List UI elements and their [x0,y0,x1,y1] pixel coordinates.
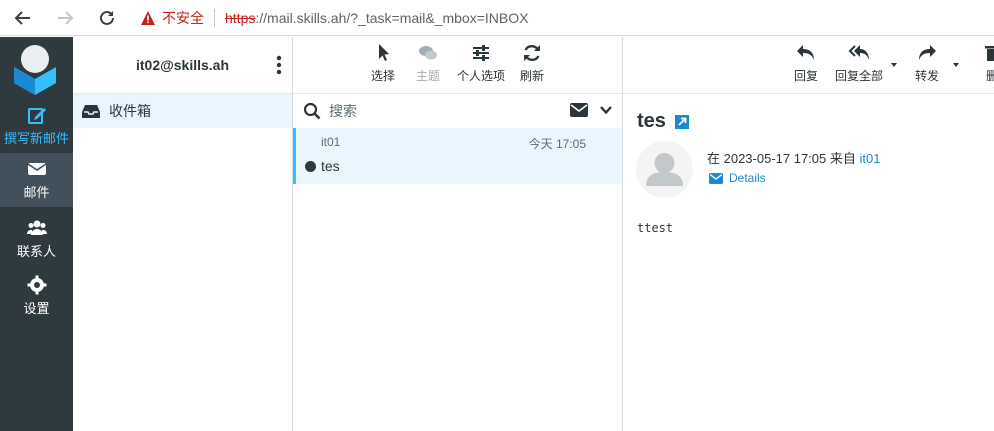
address-bar[interactable]: 不安全 https://mail.skills.ah/?_task=mail&_… [140,8,528,28]
details-toggle[interactable]: Details [709,171,766,185]
cursor-icon [379,44,389,61]
delete-button[interactable]: 删 [981,43,994,84]
list-options-label: 个人选项 [457,69,506,83]
message-row[interactable]: it01 今天 17:05 tes [293,128,622,184]
reply-icon [797,45,814,60]
mail-label: 邮件 [23,185,50,200]
forward-label: 转发 [915,69,940,83]
refresh-label: 刷新 [520,69,545,83]
trash-icon [985,46,994,61]
list-toolbar: 选择 主题 个人选项 刷新 [293,37,622,94]
message-from: it01 [321,135,341,149]
back-button[interactable] [8,3,38,33]
browser-bar: 不安全 https://mail.skills.ah/?_task=mail&_… [0,0,994,36]
select-button[interactable]: 选择 [371,43,395,84]
compose-icon [27,108,46,124]
more-menu-icon[interactable] [276,55,282,75]
chevron-down-icon[interactable] [600,104,612,116]
folder-inbox[interactable]: 收件箱 [73,94,292,128]
refresh-button[interactable]: 刷新 [520,43,544,84]
reply-all-icon [848,45,869,60]
refresh-icon [524,44,540,62]
message-date-text: 在 2023-05-17 17:05 来自 [707,151,860,166]
nav-contacts[interactable]: 联系人 [0,212,73,266]
nav-mail[interactable]: 邮件 [0,153,73,207]
user-silhouette-icon [646,153,683,186]
url-text: ://mail.skills.ah/?_task=mail&_mbox=INBO… [255,9,529,26]
contacts-label: 联系人 [16,244,56,259]
folder-label: 收件箱 [109,103,151,119]
threads-label: 主题 [416,69,441,83]
envelope-icon [709,172,723,184]
reply-all-label: 回复全部 [835,69,884,83]
search-input[interactable]: 搜索 [329,101,357,121]
message-toolbar: 回复 回复全部 转发 删 [623,37,994,94]
avatar [636,141,693,198]
insecure-label: 不安全 [162,9,204,26]
reply-label: 回复 [794,69,819,83]
forward-icon [919,45,936,60]
select-label: 选择 [371,69,396,83]
message-date: 今天 17:05 [528,137,586,151]
reload-icon [100,10,114,25]
nav-settings[interactable]: 设置 [0,269,73,323]
back-arrow-icon [14,10,30,25]
unread-indicator[interactable] [305,161,316,172]
message-view-panel: 回复 回复全部 转发 删 tes 在 2023-05-17 17:05 来自 i… [623,37,994,431]
details-label: Details [729,171,766,185]
reply-all-button[interactable]: 回复全部 [835,43,883,84]
reload-button[interactable] [92,3,122,33]
open-in-new-window-icon[interactable] [675,115,689,129]
forward-dropdown-icon[interactable] [953,63,959,67]
message-body: ttest [637,221,674,235]
main-navigation: 撰写新邮件 邮件 联系人 设置 [0,37,73,431]
list-options-button[interactable]: 个人选项 [457,43,505,84]
message-subject: tes [321,158,340,174]
search-bar[interactable]: 搜索 [293,94,622,128]
forward-button[interactable] [50,3,80,33]
warning-icon [141,10,155,25]
message-list-panel: 选择 主题 个人选项 刷新 搜索 it01 今天 17:05 tes [293,37,623,431]
contacts-icon [26,220,47,235]
envelope-filter-icon[interactable] [570,103,588,117]
folder-panel: it02@skills.ah 收件箱 [73,37,293,431]
threads-button[interactable]: 主题 [416,43,440,84]
sender-link[interactable]: it01 [859,151,880,166]
compose-button[interactable]: 撰写新邮件 [0,99,73,153]
external-link-icon [678,117,687,126]
sliders-icon [473,45,489,61]
forward-arrow-icon [58,10,74,25]
roundcube-logo [14,45,56,95]
reply-all-dropdown-icon[interactable] [891,63,897,67]
forward-message-button[interactable]: 转发 [915,43,939,84]
gear-icon [27,275,46,295]
reply-button[interactable]: 回复 [794,43,818,84]
settings-label: 设置 [23,301,50,316]
search-icon [303,102,321,120]
inbox-icon [82,105,100,118]
chat-bubbles-icon [419,46,437,60]
folder-header: it02@skills.ah [73,37,292,94]
message-header-line: 在 2023-05-17 17:05 来自 it01 [707,148,880,167]
message-subject-heading: tes [637,110,666,132]
delete-label: 删 [985,69,994,83]
compose-label: 撰写新邮件 [3,131,69,146]
divider [214,8,215,27]
account-name: it02@skills.ah [135,57,230,73]
envelope-icon [27,163,46,175]
url-scheme: https [225,9,256,26]
